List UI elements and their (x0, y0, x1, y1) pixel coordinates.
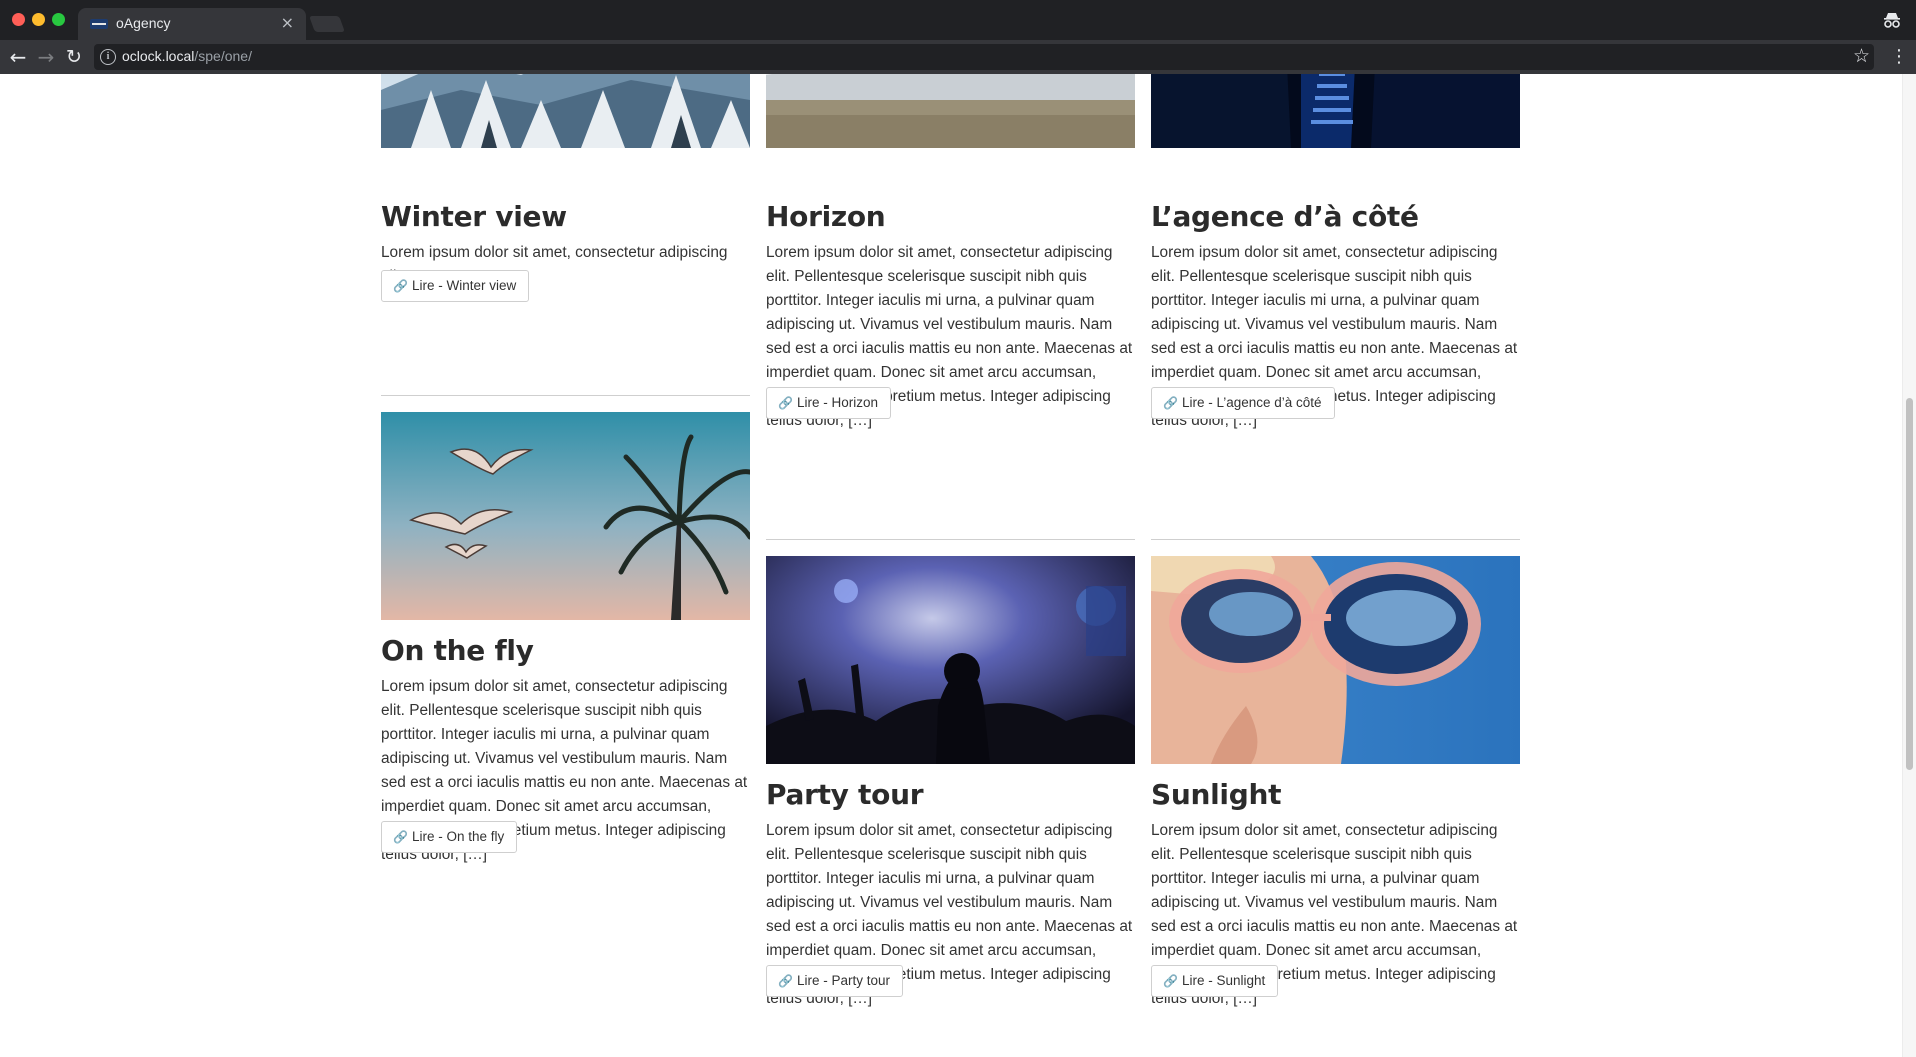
minimize-window-button[interactable] (32, 13, 45, 26)
page-viewport: Winter view Lorem ipsum dolor sit amet, … (0, 74, 1916, 1057)
read-more-label: Lire - L’agence d’à côté (1181, 395, 1322, 410)
new-tab-button[interactable] (309, 16, 345, 32)
article-image-blue-alley[interactable] (1151, 74, 1520, 148)
read-more-label: Lire - Sunlight (1181, 973, 1266, 988)
read-more-button[interactable]: 🔗 Lire - Party tour (766, 965, 903, 997)
reload-icon[interactable]: ↻ (62, 45, 86, 69)
favicon-icon (90, 19, 108, 29)
address-bar[interactable]: i oclock.local/spe/one/ ☆ (94, 44, 1874, 70)
card-divider (766, 539, 1135, 540)
site-info-icon[interactable]: i (100, 49, 116, 65)
url-path: /spe/one/ (194, 48, 252, 64)
vertical-scrollbar[interactable] (1902, 74, 1916, 1057)
article-title: Horizon (766, 200, 886, 233)
back-arrow-icon[interactable]: ← (6, 45, 30, 69)
article-title: Party tour (766, 778, 924, 811)
link-icon: 🔗 (393, 279, 408, 293)
read-more-label: Lire - On the fly (411, 829, 505, 844)
article-image-concert[interactable] (766, 556, 1135, 764)
link-icon: 🔗 (778, 396, 793, 410)
browser-toolbar: ← → ↻ i oclock.local/spe/one/ ☆ ⋮ (0, 40, 1916, 74)
close-window-button[interactable] (12, 13, 25, 26)
read-more-button[interactable]: 🔗 Lire - On the fly (381, 821, 518, 853)
card-divider (1151, 539, 1520, 540)
article-image-sunglasses[interactable] (1151, 556, 1520, 764)
link-icon: 🔗 (1163, 974, 1178, 988)
read-more-button[interactable]: 🔗 Lire - L’agence d’à côté (1151, 387, 1335, 419)
read-more-button[interactable]: 🔗 Lire - Sunlight (1151, 965, 1279, 997)
url-host: oclock.local (122, 48, 195, 64)
browser-tab-active[interactable]: oAgency × (78, 8, 306, 40)
link-icon: 🔗 (393, 830, 408, 844)
article-image-horizon[interactable] (766, 74, 1135, 148)
scrollbar-thumb[interactable] (1906, 398, 1913, 770)
incognito-profile-icon[interactable] (1882, 10, 1902, 30)
article-image-snowy-mountain[interactable] (381, 74, 750, 148)
card-divider (381, 395, 750, 396)
article-title: L’agence d’à côté (1151, 200, 1419, 233)
link-icon: 🔗 (1163, 396, 1178, 410)
tab-close-icon[interactable]: × (281, 13, 294, 32)
read-more-button[interactable]: 🔗 Lire - Horizon (766, 387, 891, 419)
article-image-seagulls-palm[interactable] (381, 412, 750, 620)
read-more-label: Lire - Winter view (411, 278, 517, 293)
tab-title: oAgency (116, 15, 171, 31)
browser-tab-strip: oAgency × (0, 0, 1916, 40)
article-title: Winter view (381, 200, 567, 233)
read-more-label: Lire - Horizon (796, 395, 878, 410)
kebab-menu-icon[interactable]: ⋮ (1890, 44, 1908, 70)
url-text[interactable]: oclock.local/spe/one/ (122, 48, 252, 64)
bookmark-star-icon[interactable]: ☆ (1853, 45, 1870, 67)
read-more-button[interactable]: 🔗 Lire - Winter view (381, 270, 530, 302)
link-icon: 🔗 (778, 974, 793, 988)
maximize-window-button[interactable] (52, 13, 65, 26)
article-title: On the fly (381, 634, 534, 667)
article-title: Sunlight (1151, 778, 1282, 811)
read-more-label: Lire - Party tour (796, 973, 890, 988)
forward-arrow-icon[interactable]: → (34, 45, 58, 69)
